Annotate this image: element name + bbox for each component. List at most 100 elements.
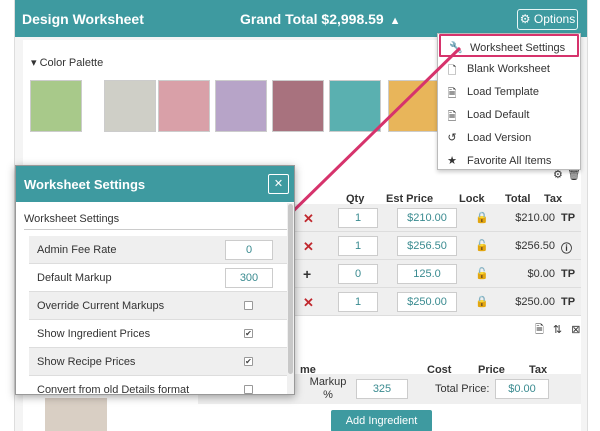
delete-icon[interactable]: ✕	[587, 294, 588, 310]
tax-indicator[interactable]: ⓘ	[561, 240, 572, 256]
color-swatch[interactable]	[30, 80, 82, 132]
markup-input[interactable]: 325	[356, 379, 408, 399]
menu-item[interactable]: 🔧 Worksheet Settings	[439, 34, 579, 57]
markup-label: Markup %	[309, 376, 347, 401]
unlock-icon[interactable]: 🔓	[475, 239, 489, 252]
setting-input[interactable]: 0	[225, 240, 273, 260]
menu-item-label: Load Template	[467, 86, 539, 98]
setting-row: Admin Fee Rate 0	[29, 236, 287, 264]
remove-icon[interactable]: ✕	[303, 211, 314, 227]
lock-icon[interactable]: 🔒	[475, 295, 489, 308]
top-bar: Design Worksheet Grand Total $2,998.59 ▲…	[15, 0, 587, 37]
options-menu: 🔧 Worksheet Settings 🗋 Blank Worksheet 🗎 Load…	[437, 33, 581, 170]
setting-row: Convert from old Details format	[29, 376, 287, 395]
qty-input[interactable]: 1	[338, 236, 378, 256]
section-title: Worksheet Settings	[24, 213, 120, 225]
sort-icon[interactable]: ⇅	[553, 324, 562, 336]
est-price-input[interactable]: $256.50	[397, 236, 457, 256]
setting-label: Show Recipe Prices	[37, 356, 136, 368]
setting-checkbox[interactable]: ✔	[244, 329, 253, 338]
qty-input[interactable]: 0	[338, 264, 378, 284]
row-total: $250.00	[515, 296, 555, 308]
tax-indicator[interactable]: TP	[561, 296, 575, 308]
menu-item[interactable]: 🗎 Load Default	[438, 103, 580, 126]
setting-input[interactable]: 300	[225, 268, 273, 288]
document-icon[interactable]: 🗎	[535, 324, 544, 336]
tax-indicator[interactable]: TP	[561, 212, 575, 224]
modal-header: Worksheet Settings ✕	[16, 166, 294, 202]
delete-icon[interactable]: ✕	[587, 210, 588, 226]
est-price-input[interactable]: $210.00	[397, 208, 457, 228]
menu-item[interactable]: 🗋 Blank Worksheet	[438, 57, 580, 80]
ingredient-thumbnail	[45, 398, 107, 431]
est-price-input[interactable]: $250.00	[397, 292, 457, 312]
row-total: $256.50	[515, 240, 555, 252]
color-palette-title: Color Palette	[39, 57, 104, 69]
menu-item-label: Favorite All Items	[467, 155, 552, 167]
delete-icon[interactable]: ✕	[587, 266, 588, 282]
color-swatch[interactable]	[329, 80, 381, 132]
unlock-icon[interactable]: 🔓	[475, 267, 489, 280]
section-divider	[24, 229, 290, 230]
setting-label: Override Current Markups	[37, 300, 165, 312]
qty-input[interactable]: 1	[338, 292, 378, 312]
setting-checkbox[interactable]	[244, 301, 253, 310]
gear-icon: ⚙	[519, 12, 531, 26]
setting-label: Default Markup	[37, 272, 112, 284]
grand-total-label: Grand Total	[240, 11, 318, 27]
menu-item[interactable]: 🗎 Load Template	[438, 80, 580, 103]
modal-scrollbar-thumb[interactable]	[288, 204, 293, 374]
caret-down-icon: ▾	[31, 57, 37, 69]
add-icon[interactable]: +	[303, 266, 311, 282]
tax-indicator[interactable]: TP	[561, 268, 575, 280]
color-swatch[interactable]	[104, 80, 156, 132]
default-document-icon: 🗎	[447, 111, 457, 123]
color-swatch[interactable]	[388, 80, 440, 132]
wrench-icon: 🔧	[449, 42, 463, 54]
remove-icon[interactable]: ✕	[303, 295, 314, 311]
menu-item-label: Blank Worksheet	[467, 63, 550, 75]
worksheet-settings-modal: Worksheet Settings ✕ Worksheet Settings …	[15, 165, 295, 395]
setting-label: Show Ingredient Prices	[37, 328, 151, 340]
setting-row: Show Recipe Prices ✔	[29, 348, 287, 376]
remove-icon[interactable]: ✕	[303, 239, 314, 255]
add-ingredient-button[interactable]: Add Ingredient	[331, 410, 432, 431]
total-price-value: $0.00	[495, 379, 549, 399]
delete-icon[interactable]: ✕	[587, 238, 588, 254]
close-box-icon[interactable]: ⊠	[571, 324, 580, 336]
setting-label: Admin Fee Rate	[37, 244, 117, 256]
modal-title: Worksheet Settings	[24, 177, 146, 192]
qty-input[interactable]: 1	[338, 208, 378, 228]
menu-item-label: Load Default	[467, 109, 530, 121]
setting-checkbox[interactable]	[244, 385, 253, 394]
row-total: $0.00	[527, 268, 555, 280]
color-palette-toggle[interactable]: ▾ Color Palette	[31, 56, 103, 69]
menu-item[interactable]: ↺ Load Version	[438, 126, 580, 149]
setting-row: Show Ingredient Prices ✔	[29, 320, 287, 348]
total-price-label: Total Price:	[435, 383, 490, 395]
menu-item[interactable]: ★ Favorite All Items	[438, 149, 580, 172]
color-swatch[interactable]	[215, 80, 267, 132]
menu-item-label: Load Version	[467, 132, 532, 144]
warning-icon: ▲	[389, 15, 401, 27]
blank-document-icon: 🗋	[447, 65, 457, 77]
page-title: Design Worksheet	[22, 11, 144, 27]
lock-icon[interactable]: 🔒	[475, 211, 489, 224]
close-icon[interactable]: ✕	[268, 174, 289, 194]
setting-row: Default Markup 300	[29, 264, 287, 292]
grand-total-value: $2,998.59	[321, 11, 384, 27]
table-tools: 🗎 ⇅ ⊠	[535, 321, 580, 340]
color-swatch[interactable]	[272, 80, 324, 132]
menu-item-label: Worksheet Settings	[470, 42, 566, 54]
options-button[interactable]: ⚙ Options	[517, 9, 578, 30]
star-icon: ★	[447, 155, 457, 167]
color-swatch[interactable]	[158, 80, 210, 132]
setting-row: Override Current Markups	[29, 292, 287, 320]
options-label: Options	[533, 12, 576, 26]
history-icon: ↺	[447, 132, 457, 144]
setting-label: Convert from old Details format	[37, 384, 190, 395]
est-price-input[interactable]: 125.0	[397, 264, 457, 284]
row-total: $210.00	[515, 212, 555, 224]
setting-checkbox[interactable]: ✔	[244, 357, 253, 366]
grand-total: Grand Total $2,998.59 ▲	[240, 11, 401, 27]
